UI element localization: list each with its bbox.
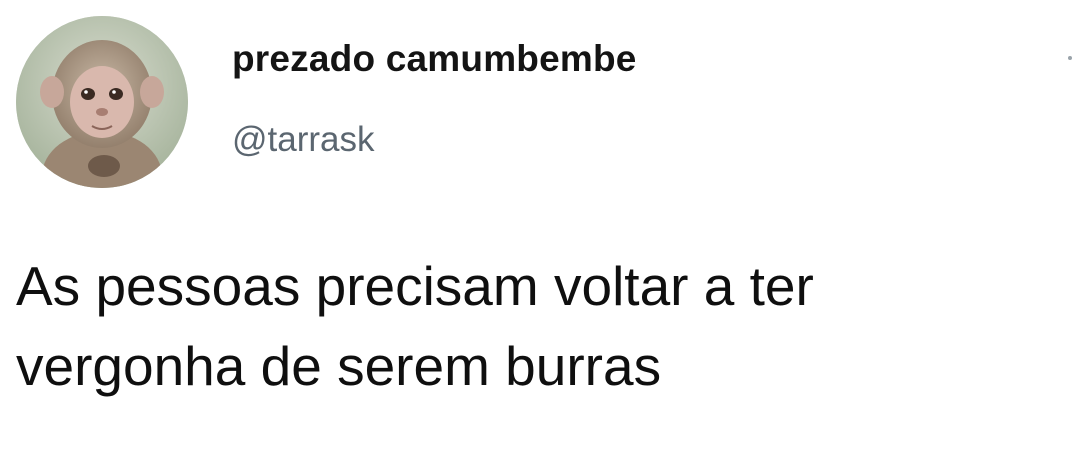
tweet-card: prezado camumbembe @tarrask As pessoas p… — [0, 0, 1080, 473]
tweet-text-line: vergonha de serem burras — [16, 335, 662, 397]
display-name[interactable]: prezado camumbembe — [232, 38, 637, 80]
tweet-text: As pessoas precisam voltar a ter vergonh… — [16, 246, 1066, 406]
monkey-avatar-icon — [16, 16, 188, 188]
avatar[interactable] — [16, 16, 188, 188]
tweet-text-line: As pessoas precisam voltar a ter — [16, 255, 814, 317]
user-handle[interactable]: @tarrask — [232, 120, 375, 160]
more-options-icon[interactable] — [1068, 56, 1072, 60]
